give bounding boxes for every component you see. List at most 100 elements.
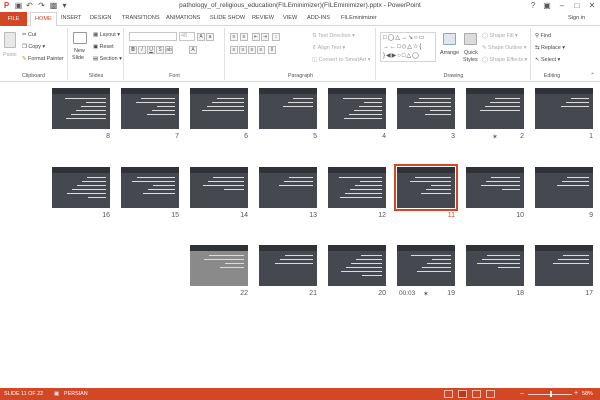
convert-smartart-button[interactable]: ◫ Convert to SmartArt ▾ [312,57,370,64]
tab-animations[interactable]: ANIMATIONS [166,15,200,21]
slide-thumbnail[interactable] [466,167,524,208]
bullets-icon[interactable]: ≡ [230,33,238,41]
minimize-button[interactable]: – [555,1,569,11]
zoom-level[interactable]: 58% [582,391,593,397]
tab-fileminimizer[interactable]: FILEminimizer [341,15,377,21]
quick-styles-button-line2[interactable]: Styles [463,57,478,64]
tab-home[interactable]: HOME [30,12,57,27]
shape-outline-button[interactable]: ✎ Shape Outline ▾ [482,45,526,52]
redo-icon[interactable]: ↷ [37,1,46,10]
align-right-icon[interactable]: ≡ [248,46,256,54]
replace-button[interactable]: ⇆ Replace ▾ [535,45,565,52]
slide-thumbnail[interactable] [328,245,386,286]
slide-thumbnail[interactable] [259,88,317,129]
slide-thumbnail[interactable] [259,167,317,208]
zoom-out-icon[interactable]: – [520,390,524,397]
align-left-icon[interactable]: ≡ [230,46,238,54]
slide-thumbnail[interactable] [121,167,179,208]
undo-icon[interactable]: ↶ [25,1,34,10]
tab-transitions[interactable]: TRANSITIONS [122,15,160,21]
slideshow-view-icon[interactable] [486,390,495,398]
slide-thumbnail[interactable] [52,88,110,129]
save-icon[interactable]: ▣ [14,1,23,10]
quick-styles-icon[interactable] [464,33,477,45]
tab-file[interactable]: FILE [0,12,27,26]
copy-button[interactable]: ❐ Copy ▾ [22,44,45,51]
font-name-combo[interactable] [129,32,177,41]
animation-star-icon[interactable]: ✶ [492,133,498,141]
shrink-font-icon[interactable]: a [206,33,214,41]
reset-button[interactable]: ▣ Reset [93,44,114,51]
underline-icon[interactable]: U [147,46,155,54]
shape-effects-button[interactable]: ◯ Shape Effects ▾ [482,57,527,64]
numbering-icon[interactable]: ≡ [240,33,248,41]
decrease-indent-icon[interactable]: ⇤ [252,33,260,41]
spellcheck-icon[interactable]: ▣ [54,391,59,397]
slide-thumbnail[interactable] [328,167,386,208]
customize-icon[interactable]: ▾ [60,1,69,10]
shadow-icon[interactable]: S [156,46,164,54]
slide-thumbnail[interactable] [328,88,386,129]
shape-fill-button[interactable]: ◯ Shape Fill ▾ [482,33,518,40]
increase-indent-icon[interactable]: ⇥ [261,33,269,41]
strikethrough-icon[interactable]: ab [165,46,173,54]
slide-thumbnail[interactable] [466,245,524,286]
zoom-in-icon[interactable]: + [574,390,578,397]
slide-thumbnail[interactable] [397,245,455,286]
italic-icon[interactable]: I [138,46,146,54]
slide-thumbnail[interactable] [535,167,593,208]
paste-button[interactable]: Paste [3,52,17,59]
close-button[interactable]: ✕ [585,1,599,11]
new-slide-button-line2[interactable]: Slide [72,55,84,62]
slide-thumbnail[interactable] [259,245,317,286]
shapes-gallery[interactable]: □◯△→↘○▭ →←□◇△☆{}◀▶○□△◯ [380,32,436,62]
arrange-button[interactable]: Arrange [440,50,459,57]
slide-thumbnail[interactable] [394,164,458,211]
slide-thumbnail[interactable] [397,88,455,129]
sign-in-link[interactable]: Sign in [568,15,585,21]
text-direction-button[interactable]: ⇅ Text Direction ▾ [312,33,355,40]
slide-thumbnail[interactable] [190,167,248,208]
format-painter-button[interactable]: ✎ Format Painter [22,56,64,63]
slide-thumbnail[interactable] [190,245,248,286]
justify-icon[interactable]: ≡ [257,46,265,54]
tab-review[interactable]: REVIEW [252,15,274,21]
zoom-slider-thumb[interactable] [550,391,552,397]
slide-thumbnail[interactable] [466,88,524,129]
language-indicator[interactable]: PERSIAN [64,391,88,397]
grow-font-icon[interactable]: A [197,33,205,41]
quick-styles-button[interactable]: Quick [464,50,478,57]
tab-view[interactable]: VIEW [283,15,297,21]
maximize-button[interactable]: □ [570,1,584,11]
font-color-icon[interactable]: A [189,46,197,54]
slide-thumbnail[interactable] [190,88,248,129]
align-center-icon[interactable]: ≡ [239,46,247,54]
slide-thumbnail[interactable] [52,167,110,208]
tab-add-ins[interactable]: ADD-INS [307,15,330,21]
reading-view-icon[interactable] [472,390,481,398]
tab-design[interactable]: DESIGN [90,15,111,21]
columns-icon[interactable]: ‖ [268,46,276,54]
present-icon[interactable]: ▩ [49,1,58,10]
tab-insert[interactable]: INSERT [61,15,81,21]
layout-button[interactable]: ▦ Layout ▾ [93,32,120,39]
new-slide-button[interactable]: New [74,48,85,55]
animation-star-icon[interactable]: ✶ [423,290,429,298]
align-text-button[interactable]: ⇕ Align Text ▾ [312,45,345,52]
paste-icon[interactable] [4,32,16,48]
section-button[interactable]: ▤ Section ▾ [93,56,122,63]
bold-icon[interactable]: B [129,46,137,54]
slide-thumbnail[interactable] [535,245,593,286]
normal-view-icon[interactable] [444,390,453,398]
tab-slide-show[interactable]: SLIDE SHOW [210,15,245,21]
ribbon-display-icon[interactable]: ▣ [540,1,554,11]
font-size-combo[interactable]: 48 [179,32,195,41]
arrange-icon[interactable] [443,33,456,45]
new-slide-icon[interactable] [73,32,87,44]
help-icon[interactable]: ? [526,1,540,11]
slide-thumbnail[interactable] [121,88,179,129]
collapse-ribbon-icon[interactable]: ⌃ [590,72,595,79]
line-spacing-icon[interactable]: ↕ [272,33,280,41]
select-button[interactable]: ↖ Select ▾ [535,57,560,64]
slide-thumbnail[interactable] [535,88,593,129]
